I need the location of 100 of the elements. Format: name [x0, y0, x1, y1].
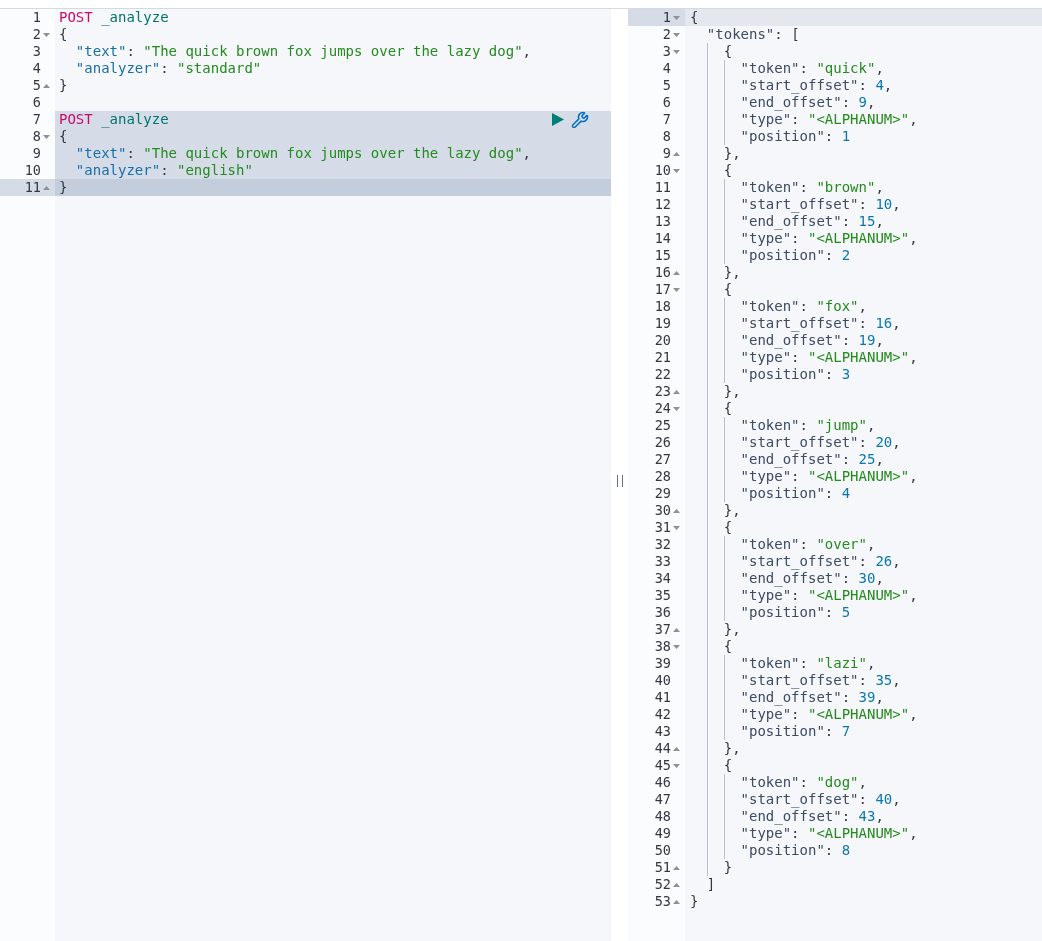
fold-down-icon[interactable] — [43, 134, 50, 139]
code-line: "tokens": [ — [705, 26, 800, 43]
drag-handle-icon[interactable] — [616, 475, 623, 487]
code-line: "analyzer": "english" — [74, 162, 253, 179]
line-number: 41 — [654, 689, 671, 706]
code-line: } — [690, 893, 699, 910]
line-number: 30 — [654, 502, 671, 519]
fold-up-icon[interactable] — [673, 882, 680, 887]
line-number: 43 — [654, 723, 671, 740]
line-number: 12 — [654, 196, 671, 213]
line-number: 36 — [654, 604, 671, 621]
fold-up-icon[interactable] — [673, 270, 680, 275]
line-number: 7 — [32, 111, 41, 128]
line-number: 3 — [32, 43, 41, 60]
fold-down-icon[interactable] — [673, 525, 680, 530]
code-line: POST _analyze — [59, 111, 169, 128]
fold-down-icon[interactable] — [673, 644, 680, 649]
line-number: 23 — [654, 383, 671, 400]
line-number: 4 — [32, 60, 41, 77]
line-number: 18 — [654, 298, 671, 315]
fold-up-icon[interactable] — [673, 899, 680, 904]
line-number: 17 — [654, 281, 671, 298]
fold-down-icon[interactable] — [673, 15, 680, 20]
line-number: 6 — [662, 94, 671, 111]
line-number: 29 — [654, 485, 671, 502]
wrench-icon[interactable] — [571, 110, 589, 129]
line-number: 21 — [654, 349, 671, 366]
line-number: 44 — [654, 740, 671, 757]
line-number: 32 — [654, 536, 671, 553]
fold-down-icon[interactable] — [673, 406, 680, 411]
code-editor[interactable]: POST _analyze { "text": "The quick brown fox jumps over the lazy dog", "analyzer": "standard" } POST _analyze { "text": "The quick brown fox jumps over the lazy dog", "analyzer": "english" } — [55, 9, 611, 941]
line-number: 42 — [654, 706, 671, 723]
line-number: 20 — [654, 332, 671, 349]
fold-up-icon[interactable] — [673, 389, 680, 394]
fold-up-icon[interactable] — [673, 865, 680, 870]
line-number: 34 — [654, 570, 671, 587]
code-line: "text": "The quick brown fox jumps over the lazy dog", — [74, 145, 531, 162]
line-number: 22 — [654, 366, 671, 383]
fold-down-icon[interactable] — [673, 49, 680, 54]
code-line: } — [59, 77, 68, 94]
line-number: 37 — [654, 621, 671, 638]
line-number: 50 — [654, 842, 671, 859]
code-line: { — [690, 9, 699, 26]
code-line: "analyzer": "standard" — [74, 60, 262, 77]
line-number: 16 — [654, 264, 671, 281]
fold-up-icon[interactable] — [673, 151, 680, 156]
fold-down-icon[interactable] — [673, 32, 680, 37]
line-number: 19 — [654, 315, 671, 332]
line-number: 3 — [662, 43, 671, 60]
line-number: 28 — [654, 468, 671, 485]
fold-up-icon[interactable] — [673, 627, 680, 632]
line-number: 14 — [654, 230, 671, 247]
fold-up-icon[interactable] — [673, 746, 680, 751]
line-number: 13 — [654, 213, 671, 230]
line-number: 5 — [662, 77, 671, 94]
fold-down-icon[interactable] — [673, 287, 680, 292]
line-number: 31 — [654, 519, 671, 536]
line-number: 1 — [32, 9, 41, 26]
line-number: 39 — [654, 655, 671, 672]
line-number: 47 — [654, 791, 671, 808]
fold-down-icon[interactable] — [673, 763, 680, 768]
line-number: 25 — [654, 417, 671, 434]
code-line: POST _analyze — [59, 9, 169, 26]
fold-up-icon[interactable] — [43, 185, 50, 190]
line-number: 8 — [32, 128, 41, 145]
line-number: 11 — [24, 179, 41, 196]
line-number: 4 — [662, 60, 671, 77]
line-number: 9 — [32, 145, 41, 162]
code-editor[interactable] — [685, 9, 1042, 941]
line-number: 10 — [24, 162, 41, 179]
line-number: 51 — [654, 859, 671, 876]
line-number: 8 — [662, 128, 671, 145]
code-line: } — [59, 179, 68, 196]
line-number: 2 — [32, 26, 41, 43]
code-line: "text": "The quick brown fox jumps over the lazy dog", — [74, 43, 531, 60]
line-number: 38 — [654, 638, 671, 655]
line-number: 5 — [32, 77, 41, 94]
line-number: 40 — [654, 672, 671, 689]
line-number: 9 — [662, 145, 671, 162]
line-number: 24 — [654, 400, 671, 417]
play-icon[interactable] — [552, 113, 564, 126]
line-number: 6 — [32, 94, 41, 111]
fold-down-icon[interactable] — [43, 32, 50, 37]
line-number: 11 — [654, 179, 671, 196]
line-number: 49 — [654, 825, 671, 842]
line-number: 15 — [654, 247, 671, 264]
code-line: { — [59, 128, 68, 145]
fold-down-icon[interactable] — [673, 168, 680, 173]
fold-up-icon[interactable] — [673, 508, 680, 513]
code-line: ] — [705, 876, 716, 893]
line-number: 48 — [654, 808, 671, 825]
line-number: 35 — [654, 587, 671, 604]
line-number: 53 — [654, 893, 671, 910]
line-number: 33 — [654, 553, 671, 570]
line-number: 27 — [654, 451, 671, 468]
line-number: 10 — [654, 162, 671, 179]
line-number: 7 — [662, 111, 671, 128]
fold-up-icon[interactable] — [43, 83, 50, 88]
line-number: 52 — [654, 876, 671, 893]
line-number: 26 — [654, 434, 671, 451]
